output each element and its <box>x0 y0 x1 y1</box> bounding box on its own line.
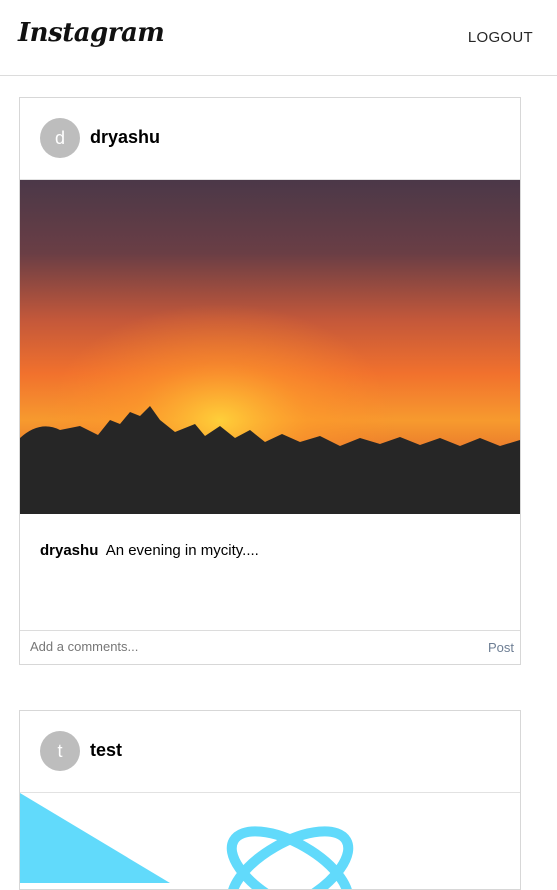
post-header: t test <box>20 711 520 793</box>
post-header: d dryashu <box>20 98 520 180</box>
post-card: t test <box>19 710 521 890</box>
comment-input[interactable] <box>30 639 430 654</box>
post-image <box>20 793 520 889</box>
post-card: d dryashu dryashu An evening in mycity..… <box>19 97 521 665</box>
post-username[interactable]: dryashu <box>90 127 160 148</box>
post-username[interactable]: test <box>90 740 122 761</box>
post-comment-button[interactable]: Post <box>488 640 514 655</box>
avatar[interactable]: t <box>40 731 80 771</box>
logout-button[interactable]: LOGOUT <box>468 29 533 46</box>
avatar[interactable]: d <box>40 118 80 158</box>
post-caption: dryashu An evening in mycity.... <box>20 514 520 630</box>
caption-text: An evening in mycity.... <box>105 542 259 559</box>
caption-username[interactable]: dryashu <box>40 542 98 559</box>
comment-bar: Post <box>20 630 520 664</box>
post-image <box>20 180 520 514</box>
top-navbar: Instagram LOGOUT <box>0 0 557 76</box>
instagram-logo[interactable]: Instagram <box>18 18 165 48</box>
